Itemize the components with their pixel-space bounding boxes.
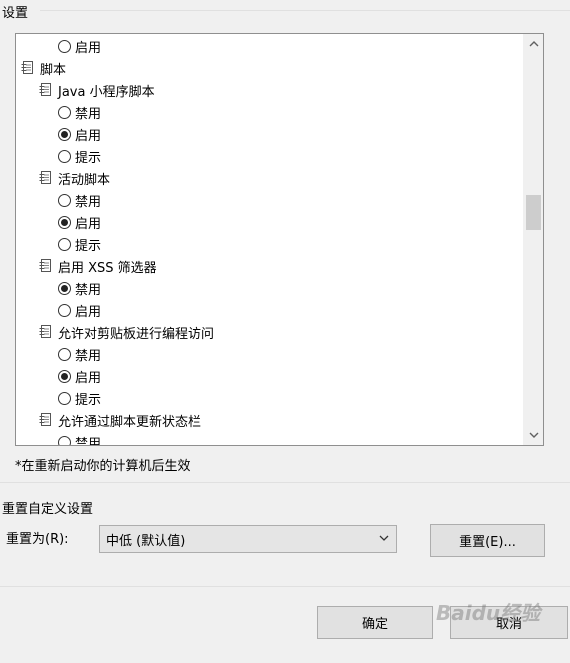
radio-option[interactable]: 启用 [16,35,523,57]
tree-item-label: 活动脚本 [58,172,111,188]
radio-checked[interactable] [58,281,71,295]
settings-tree[interactable]: 启用 脚本 Java 小程序脚本 禁用 启用 提示 活动脚本 禁用 启用 提示 启用 XSS 筛选器… [15,33,544,446]
radio-option[interactable]: 禁用 [16,343,523,365]
reset-to-label: 重置为(R): [6,532,69,547]
radio-option[interactable]: 启用 [16,299,523,321]
reset-button[interactable]: 重置(E)... [430,524,545,557]
radio-option[interactable]: 提示 [16,145,523,167]
radio-option[interactable]: 禁用 [16,431,523,446]
scrollbar-thumb[interactable] [526,195,541,230]
scroll-down-button[interactable] [524,425,543,445]
radio-option[interactable]: 禁用 [16,189,523,211]
script-document-icon [38,82,54,98]
radio-unchecked[interactable] [58,39,71,53]
tree-group[interactable]: Java 小程序脚本 [16,79,523,101]
tree-item-label: 禁用 [75,194,102,210]
script-document-icon [38,324,54,340]
radio-unchecked[interactable] [58,105,71,119]
tree-item-label: 启用 [75,370,102,386]
tree-group[interactable]: 脚本 [16,57,523,79]
reset-section-title: 重置自定义设置 [2,502,94,517]
tree-item-label: 提示 [75,392,102,408]
tree-group[interactable]: 允许对剪贴板进行编程访问 [16,321,523,343]
tree-item-label: 启用 [75,128,102,144]
tree-item-label: 脚本 [40,62,67,78]
restart-note: *在重新启动你的计算机后生效 [15,459,191,474]
chevron-up-icon [529,41,538,47]
tree-item-label: 启用 XSS 筛选器 [58,260,157,276]
script-document-icon [38,412,54,428]
tree-group[interactable]: 允许通过脚本更新状态栏 [16,409,523,431]
vertical-scrollbar[interactable] [523,34,543,445]
scroll-up-button[interactable] [524,34,543,54]
chevron-down-icon [379,535,389,541]
radio-option[interactable]: 启用 [16,211,523,233]
radio-unchecked[interactable] [58,391,71,405]
tree-item-label: 启用 [75,216,102,232]
reset-level-value: 中低 (默认值) [106,533,186,549]
tree-item-label: 允许对剪贴板进行编程访问 [58,326,215,342]
section-divider [0,482,570,483]
radio-unchecked[interactable] [58,303,71,317]
radio-option[interactable]: 提示 [16,233,523,255]
cancel-button[interactable]: 取消 [450,606,568,639]
script-document-icon [38,170,54,186]
tree-group[interactable]: 启用 XSS 筛选器 [16,255,523,277]
script-document-icon [38,258,54,274]
radio-option[interactable]: 启用 [16,123,523,145]
tree-item-label: 提示 [75,238,102,254]
chevron-down-icon [529,432,538,438]
radio-checked[interactable] [58,215,71,229]
radio-unchecked[interactable] [58,193,71,207]
tree-item-label: 禁用 [75,348,102,364]
tree-item-label: 提示 [75,150,102,166]
radio-unchecked[interactable] [58,149,71,163]
radio-option[interactable]: 提示 [16,387,523,409]
settings-title: 设置 [2,6,29,21]
settings-divider [40,10,570,11]
tree-item-label: 允许通过脚本更新状态栏 [58,414,202,430]
tree-item-label: Java 小程序脚本 [58,84,155,100]
tree-item-label: 启用 [75,40,102,56]
radio-option[interactable]: 禁用 [16,277,523,299]
footer-divider [0,586,570,587]
reset-level-select[interactable]: 中低 (默认值) [99,525,397,553]
radio-unchecked[interactable] [58,347,71,361]
script-document-icon [20,60,36,76]
tree-item-label: 禁用 [75,106,102,122]
tree-item-label: 启用 [75,304,102,320]
radio-option[interactable]: 禁用 [16,101,523,123]
settings-tree-list: 启用 脚本 Java 小程序脚本 禁用 启用 提示 活动脚本 禁用 启用 提示 启用 XSS 筛选器… [16,35,523,446]
radio-unchecked[interactable] [58,435,71,445]
ok-button[interactable]: 确定 [317,606,433,639]
tree-item-label: 禁用 [75,282,102,298]
tree-item-label: 禁用 [75,436,102,446]
radio-checked[interactable] [58,369,71,383]
radio-option[interactable]: 启用 [16,365,523,387]
radio-unchecked[interactable] [58,237,71,251]
radio-checked[interactable] [58,127,71,141]
tree-group[interactable]: 活动脚本 [16,167,523,189]
